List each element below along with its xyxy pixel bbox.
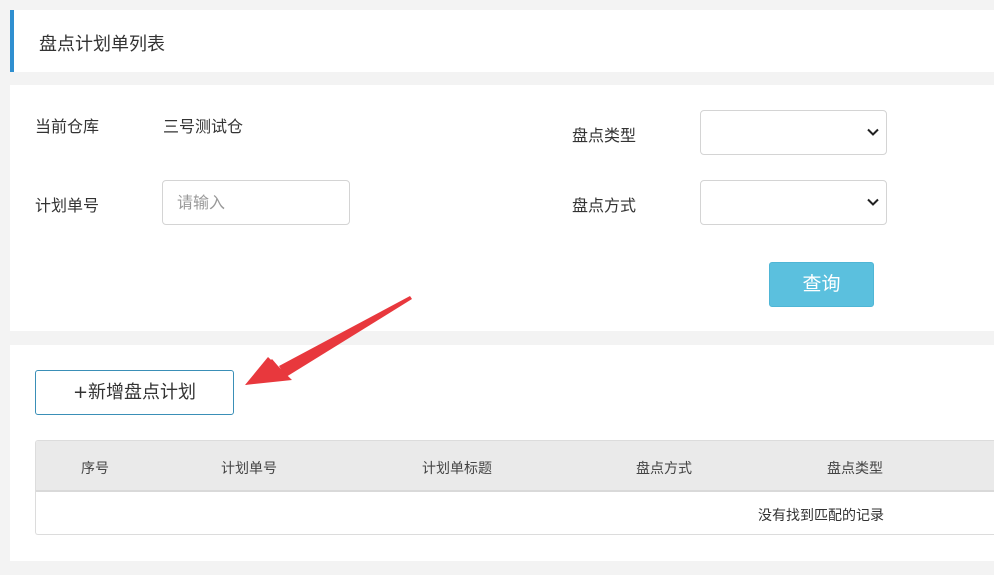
- chevron-down-icon: [867, 128, 879, 136]
- column-header-inventory-method[interactable]: 盘点方式: [636, 458, 692, 478]
- inventory-type-select[interactable]: [700, 110, 887, 155]
- empty-message: 没有找到匹配的记录: [758, 508, 884, 524]
- inventory-method-label: 盘点方式: [572, 196, 637, 215]
- column-header-index[interactable]: 序号: [81, 458, 109, 478]
- filter-panel: 当前仓库 三号测试仓 盘点类型 计划单号 盘点方式 查询: [10, 85, 994, 331]
- warehouse-label: 当前仓库: [35, 117, 100, 136]
- query-button[interactable]: 查询: [769, 262, 874, 307]
- chevron-down-icon: [867, 198, 879, 206]
- page-header: 盘点计划单列表: [10, 10, 994, 72]
- page-title: 盘点计划单列表: [39, 34, 165, 55]
- list-panel: +新增盘点计划 序号 计划单号 计划单标题 盘点方式 盘点类型 没有找到匹配的记…: [10, 345, 994, 561]
- add-inventory-plan-button[interactable]: +新增盘点计划: [35, 370, 234, 415]
- table-header: 序号 计划单号 计划单标题 盘点方式 盘点类型: [36, 441, 994, 492]
- column-header-plan-title[interactable]: 计划单标题: [422, 458, 492, 478]
- plan-number-label: 计划单号: [35, 196, 100, 215]
- table-empty-row: 没有找到匹配的记录: [36, 492, 994, 534]
- inventory-type-label: 盘点类型: [572, 126, 637, 145]
- column-header-plan-number[interactable]: 计划单号: [221, 458, 277, 478]
- inventory-method-select[interactable]: [700, 180, 887, 225]
- column-header-inventory-type[interactable]: 盘点类型: [827, 458, 883, 478]
- warehouse-value: 三号测试仓: [163, 117, 244, 136]
- plan-number-input[interactable]: [162, 180, 350, 225]
- inventory-plan-table: 序号 计划单号 计划单标题 盘点方式 盘点类型 没有找到匹配的记录: [35, 440, 994, 535]
